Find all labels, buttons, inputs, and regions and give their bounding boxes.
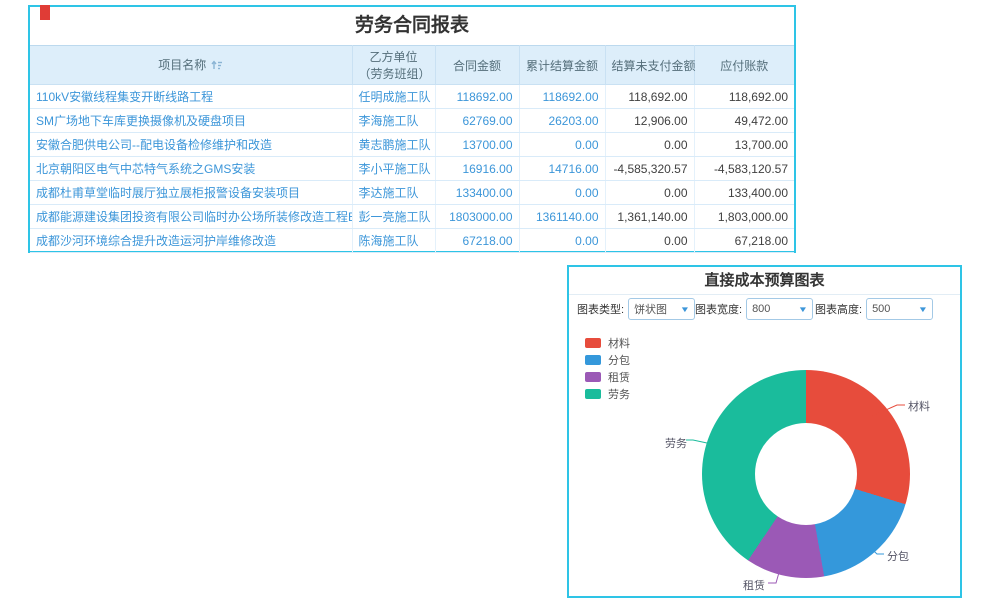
slice-label-subcontract: 分包 <box>887 548 909 564</box>
cell-settled: 0.00 <box>519 133 605 157</box>
cell-project: 成都沙河环境综合提升改造运河护岸维修改造 <box>30 229 352 253</box>
cell-project: 北京朝阳区电气中芯特气系统之GMS安装 <box>30 157 352 181</box>
cell-settled: 0.00 <box>519 181 605 205</box>
column-header-team: 乙方单位（劳务班组） <box>352 46 435 85</box>
legend-label: 分包 <box>608 352 630 368</box>
chevron-down-icon: ▼ <box>918 305 928 314</box>
table-row[interactable]: 成都能源建设集团投资有限公司临时办公场所装修改造工程EPC彭一亮施工队18030… <box>30 205 794 229</box>
cell-contract: 16916.00 <box>435 157 519 181</box>
slice-label-materials: 材料 <box>908 398 930 414</box>
cell-unpaid: 118,692.00 <box>605 85 694 109</box>
chart-height-label: 图表高度: <box>815 301 862 317</box>
cell-settled: 14716.00 <box>519 157 605 181</box>
direct-cost-budget-chart-panel: 直接成本预算图表 图表类型: 饼状图 ▼ 图表宽度: 800 ▼ 图表高度: 5… <box>567 265 962 598</box>
table-row[interactable]: SM广场地下车库更换摄像机及硬盘项目李海施工队62769.0026203.001… <box>30 109 794 133</box>
legend-item-materials[interactable]: 材料 <box>585 337 630 348</box>
legend-item-lease[interactable]: 租赁 <box>585 371 630 382</box>
legend-item-labor[interactable]: 劳务 <box>585 388 630 399</box>
column-header-unpaid-amount: 结算未支付金额 <box>605 46 694 85</box>
cell-team: 陈海施工队 <box>352 229 435 253</box>
cell-payable: 118,692.00 <box>694 85 794 109</box>
cell-payable: 133,400.00 <box>694 181 794 205</box>
chart-type-label: 图表类型: <box>577 301 624 317</box>
cell-payable: -4,583,120.57 <box>694 157 794 181</box>
donut-pie-chart[interactable] <box>702 370 910 578</box>
red-marker <box>40 5 50 20</box>
chart-title: 直接成本预算图表 <box>569 267 960 295</box>
cell-contract: 1803000.00 <box>435 205 519 229</box>
chart-type-value: 饼状图 <box>634 301 667 317</box>
cell-project: 110kV安徽线程集变开断线路工程 <box>30 85 352 109</box>
column-header-contract-amount: 合同金额 <box>435 46 519 85</box>
report-title: 劳务合同报表 <box>30 7 794 45</box>
table-row[interactable]: 成都沙河环境综合提升改造运河护岸维修改造陈海施工队67218.000.000.0… <box>30 229 794 253</box>
chart-width-value: 800 <box>752 303 770 315</box>
legend-label: 材料 <box>608 335 630 351</box>
cell-settled: 1361140.00 <box>519 205 605 229</box>
cell-unpaid: 0.00 <box>605 181 694 205</box>
cell-unpaid: 1,361,140.00 <box>605 205 694 229</box>
chart-width-control: 图表宽度: 800 ▼ <box>695 298 813 320</box>
cell-team: 李小平施工队 <box>352 157 435 181</box>
table-row[interactable]: 安徽合肥供电公司--配电设备检修维护和改造黄志鹏施工队13700.000.000… <box>30 133 794 157</box>
legend-label: 劳务 <box>608 386 630 402</box>
chart-width-select[interactable]: 800 ▼ <box>746 298 813 320</box>
cell-unpaid: 0.00 <box>605 133 694 157</box>
chart-height-control: 图表高度: 500 ▼ <box>815 298 933 320</box>
cell-contract: 133400.00 <box>435 181 519 205</box>
column-header-settled-amount: 累计结算金额 <box>519 46 605 85</box>
legend-swatch <box>585 389 601 399</box>
chevron-down-icon: ▼ <box>798 305 808 314</box>
legend-swatch <box>585 372 601 382</box>
cell-settled: 118692.00 <box>519 85 605 109</box>
chart-type-control: 图表类型: 饼状图 ▼ <box>577 298 695 320</box>
cell-payable: 1,803,000.00 <box>694 205 794 229</box>
cell-payable: 67,218.00 <box>694 229 794 253</box>
chart-height-select[interactable]: 500 ▼ <box>866 298 933 320</box>
cell-contract: 62769.00 <box>435 109 519 133</box>
labor-contract-report-panel: 劳务合同报表 项目名称 乙方单位（劳务班组） 合同金额 累计结算金额 结算未支付… <box>28 5 796 253</box>
chart-legend: 材料 分包 租赁 劳务 <box>585 337 630 405</box>
cell-contract: 67218.00 <box>435 229 519 253</box>
legend-swatch <box>585 355 601 365</box>
table-header-row: 项目名称 乙方单位（劳务班组） 合同金额 累计结算金额 结算未支付金额 应付账款 <box>30 46 794 85</box>
column-header-payable: 应付账款 <box>694 46 794 85</box>
chart-height-value: 500 <box>872 303 890 315</box>
cell-team: 李海施工队 <box>352 109 435 133</box>
cell-team: 任明成施工队 <box>352 85 435 109</box>
cell-project: 成都杜甫草堂临时展厅独立展柜报警设备安装项目 <box>30 181 352 205</box>
cell-team: 李达施工队 <box>352 181 435 205</box>
slice-label-labor: 劳务 <box>665 435 687 451</box>
cell-team: 彭一亮施工队 <box>352 205 435 229</box>
chevron-down-icon: ▼ <box>680 305 690 314</box>
chart-type-select[interactable]: 饼状图 ▼ <box>628 298 695 320</box>
legend-label: 租赁 <box>608 369 630 385</box>
cell-contract: 13700.00 <box>435 133 519 157</box>
cell-payable: 13,700.00 <box>694 133 794 157</box>
cell-payable: 49,472.00 <box>694 109 794 133</box>
report-table: 项目名称 乙方单位（劳务班组） 合同金额 累计结算金额 结算未支付金额 应付账款… <box>30 45 794 253</box>
sort-icon[interactable] <box>211 59 223 74</box>
chart-width-label: 图表宽度: <box>695 301 742 317</box>
cell-team: 黄志鹏施工队 <box>352 133 435 157</box>
legend-swatch <box>585 338 601 348</box>
column-header-project-label: 项目名称 <box>158 58 206 72</box>
cell-settled: 26203.00 <box>519 109 605 133</box>
cell-contract: 118692.00 <box>435 85 519 109</box>
table-row[interactable]: 成都杜甫草堂临时展厅独立展柜报警设备安装项目李达施工队133400.000.00… <box>30 181 794 205</box>
cell-unpaid: 0.00 <box>605 229 694 253</box>
legend-item-subcontract[interactable]: 分包 <box>585 354 630 365</box>
slice-label-lease: 租赁 <box>743 577 765 593</box>
cell-project: 安徽合肥供电公司--配电设备检修维护和改造 <box>30 133 352 157</box>
report-table-body: 110kV安徽线程集变开断线路工程任明成施工队118692.00118692.0… <box>30 85 794 253</box>
cell-unpaid: 12,906.00 <box>605 109 694 133</box>
donut-hole <box>755 423 857 525</box>
cell-unpaid: -4,585,320.57 <box>605 157 694 181</box>
column-header-project[interactable]: 项目名称 <box>30 46 352 85</box>
cell-project: SM广场地下车库更换摄像机及硬盘项目 <box>30 109 352 133</box>
table-row[interactable]: 110kV安徽线程集变开断线路工程任明成施工队118692.00118692.0… <box>30 85 794 109</box>
cell-settled: 0.00 <box>519 229 605 253</box>
cell-project: 成都能源建设集团投资有限公司临时办公场所装修改造工程EPC <box>30 205 352 229</box>
table-row[interactable]: 北京朝阳区电气中芯特气系统之GMS安装李小平施工队16916.0014716.0… <box>30 157 794 181</box>
